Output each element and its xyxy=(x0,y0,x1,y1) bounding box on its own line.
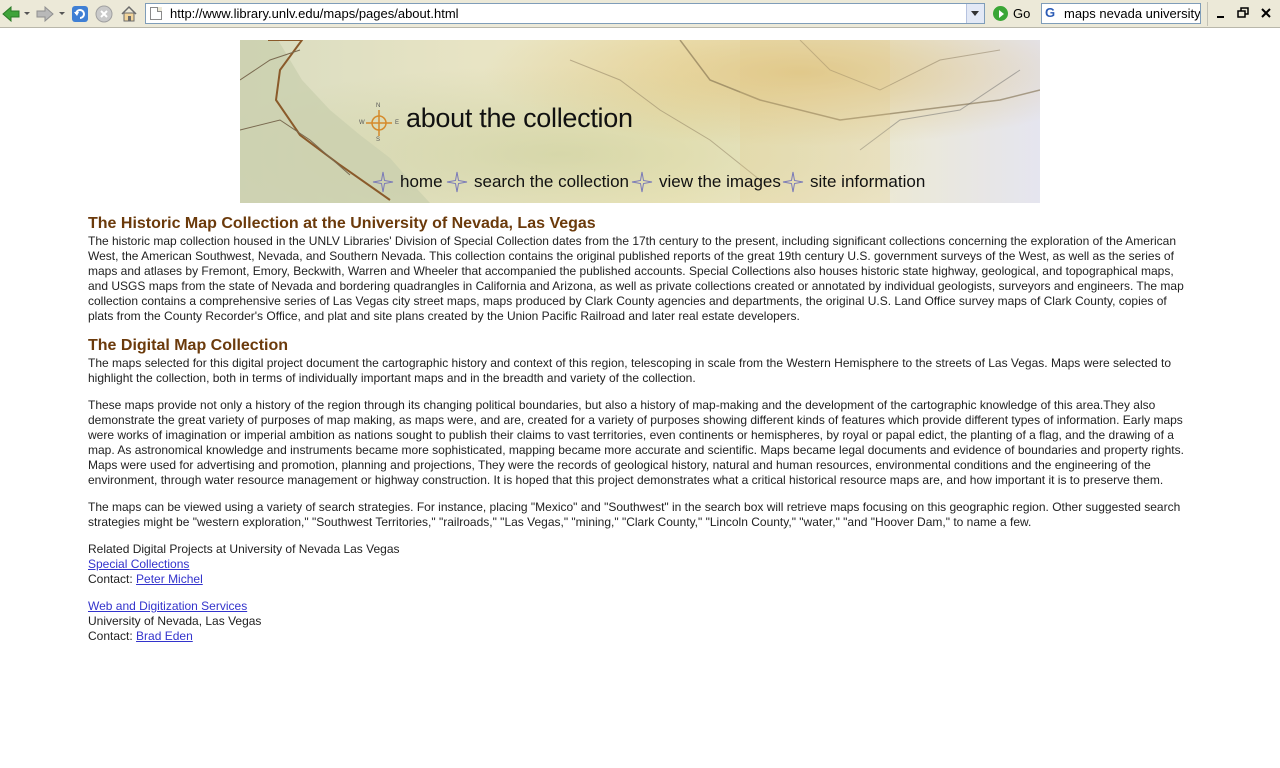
go-label: Go xyxy=(1013,6,1031,21)
nav-search-label[interactable]: search the collection xyxy=(474,172,629,192)
contact-peter-michel-link[interactable]: Peter Michel xyxy=(136,572,203,586)
digital-paragraph-2: These maps provide not only a history of… xyxy=(88,398,1184,487)
go-arrow-icon xyxy=(993,6,1008,21)
compass-w: W xyxy=(359,120,365,126)
forward-button[interactable] xyxy=(36,4,54,24)
historic-paragraph: The historic map collection housed in th… xyxy=(88,234,1184,323)
nav-item-home[interactable]: home xyxy=(372,171,443,193)
compass-star-icon xyxy=(372,171,394,193)
reload-icon xyxy=(72,6,88,22)
main-content: The Historic Map Collection at the Unive… xyxy=(88,214,1192,656)
special-collections-link[interactable]: Special Collections xyxy=(88,557,189,571)
web-digitization-link[interactable]: Web and Digitization Services xyxy=(88,599,247,613)
search-box[interactable]: G maps nevada university xyxy=(1041,3,1201,24)
stop-icon xyxy=(95,5,113,23)
compass-n: N xyxy=(376,103,381,109)
nav-item-search[interactable]: search the collection xyxy=(446,171,629,193)
nav-home-label[interactable]: home xyxy=(400,172,443,192)
related-projects-block: Related Digital Projects at University o… xyxy=(88,542,1192,587)
reload-button[interactable] xyxy=(71,4,89,24)
search-input[interactable]: maps nevada university xyxy=(1064,6,1200,21)
university-name: University of Nevada, Las Vegas xyxy=(88,614,262,628)
minimize-icon xyxy=(1217,16,1224,18)
home-button[interactable] xyxy=(120,4,138,24)
contact-label: Contact: xyxy=(88,629,133,643)
back-history-dropdown[interactable] xyxy=(24,12,30,15)
address-dropdown-button[interactable] xyxy=(966,4,984,23)
back-arrow-icon xyxy=(2,6,20,22)
related-heading: Related Digital Projects at University o… xyxy=(88,542,400,556)
compass-star-icon xyxy=(782,171,804,193)
address-bar[interactable]: http://www.library.unlv.edu/maps/pages/a… xyxy=(145,3,985,24)
nav-images-label[interactable]: view the images xyxy=(659,172,781,192)
contact-label: Contact: xyxy=(88,572,133,586)
minimize-button[interactable] xyxy=(1214,6,1228,20)
web-digitization-block: Web and Digitization Services University… xyxy=(88,599,1192,644)
nav-item-images[interactable]: view the images xyxy=(631,171,781,193)
nav-site-info-label[interactable]: site information xyxy=(810,172,925,192)
address-url[interactable]: http://www.library.unlv.edu/maps/pages/a… xyxy=(170,6,459,21)
section-heading-historic: The Historic Map Collection at the Unive… xyxy=(88,215,596,232)
restore-icon xyxy=(1237,7,1249,18)
google-search-icon: G xyxy=(1045,5,1056,20)
toolbar-divider xyxy=(1207,2,1208,26)
compass-rose-icon xyxy=(366,110,392,136)
compass-s: S xyxy=(376,137,381,143)
forward-history-dropdown[interactable] xyxy=(59,12,65,15)
header-banner: N W E S about the collection home search… xyxy=(240,40,1040,203)
banner-title: about the collection xyxy=(406,103,633,133)
back-button[interactable] xyxy=(2,4,20,24)
digital-paragraph-3: The maps can be viewed using a variety o… xyxy=(88,500,1181,529)
compass-star-icon xyxy=(631,171,653,193)
digital-paragraph-1: The maps selected for this digital proje… xyxy=(88,356,1172,385)
browser-toolbar: http://www.library.unlv.edu/maps/pages/a… xyxy=(0,0,1280,28)
restore-button[interactable] xyxy=(1236,6,1250,20)
nav-item-site-info[interactable]: site information xyxy=(782,171,925,193)
close-button[interactable] xyxy=(1259,6,1273,20)
contact-brad-eden-link[interactable]: Brad Eden xyxy=(136,629,193,643)
stop-button[interactable] xyxy=(95,4,113,24)
home-icon xyxy=(121,5,137,22)
page-icon xyxy=(150,7,162,20)
compass-star-icon xyxy=(446,171,468,193)
go-button[interactable]: Go xyxy=(993,6,1030,21)
compass-e: E xyxy=(395,120,400,126)
forward-arrow-icon xyxy=(36,6,54,22)
section-heading-digital: The Digital Map Collection xyxy=(88,337,289,354)
close-icon xyxy=(1261,8,1271,18)
